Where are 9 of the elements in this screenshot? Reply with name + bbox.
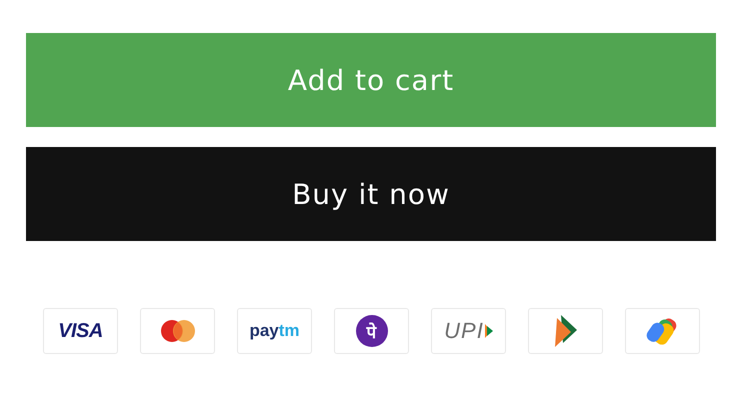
overlapping-circles-icon (160, 320, 194, 342)
wallet-logo-text: tm (278, 321, 300, 341)
wallet-logo-badge: पे (356, 315, 388, 347)
buy-now-button[interactable]: Buy it now (26, 147, 716, 241)
wallet-logo-text: pay (249, 321, 279, 341)
card-logo-text: VISA (58, 320, 103, 342)
arrow-icon (484, 324, 493, 338)
upi-logo-text: UPI (444, 318, 484, 344)
arrow-icon (554, 315, 576, 347)
